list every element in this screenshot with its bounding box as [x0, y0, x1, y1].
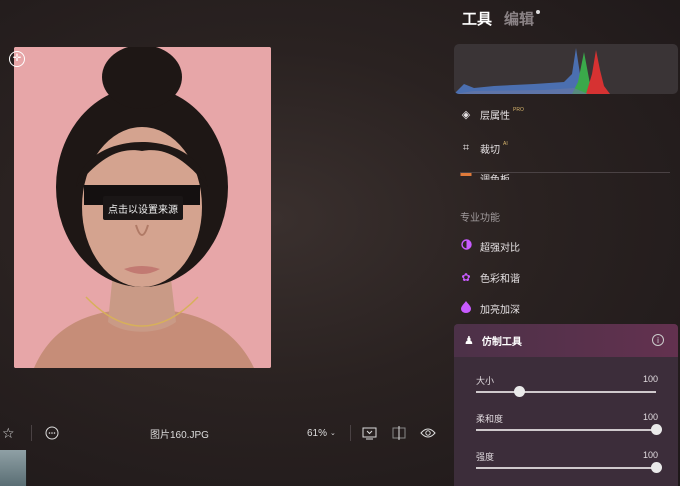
zoom-dropdown[interactable]: 61% ⌄: [307, 420, 336, 446]
tool-label: 裁切: [480, 144, 500, 156]
divider: [31, 425, 32, 441]
eye-icon[interactable]: [420, 420, 436, 446]
color-harmony-icon: ✿: [461, 271, 471, 284]
histogram: [454, 44, 678, 94]
slider-track[interactable]: [476, 429, 656, 431]
slider-knob[interactable]: [651, 424, 662, 435]
divider: [460, 172, 670, 173]
slider-track[interactable]: [476, 467, 656, 469]
move-icon[interactable]: ✛: [9, 51, 25, 67]
crop-icon: ⌗: [462, 141, 470, 154]
tab-tools[interactable]: 工具: [462, 8, 492, 29]
layers-icon: ◈: [461, 108, 471, 121]
slider-softness[interactable]: 柔和度 100: [476, 412, 662, 442]
tools-panel: 工具 编辑 ◈ 层属性 PRO ⌗ 裁切 AI ▬ 调色板 专业功能 超强对比 …: [452, 0, 680, 486]
palette-icon: ▬: [460, 167, 472, 179]
info-icon[interactable]: i: [652, 334, 664, 346]
clone-source-tooltip: 点击以设置来源: [103, 196, 183, 220]
dodge-burn-icon: [460, 300, 472, 316]
ai-badge: AI: [503, 141, 508, 147]
panel-tabs: 工具 编辑: [462, 8, 541, 29]
stamp-icon: ♟: [464, 335, 474, 347]
tool-dodge-burn[interactable]: 加亮加深: [460, 298, 520, 318]
slider-value: 100: [642, 412, 658, 422]
more-options-icon[interactable]: [45, 420, 59, 446]
slider-value: 100: [642, 374, 658, 384]
slider-label: 柔和度: [476, 414, 504, 424]
tool-crop[interactable]: ⌗ 裁切 AI: [460, 138, 508, 158]
pro-badge: PRO: [513, 107, 524, 113]
compare-icon[interactable]: [392, 420, 406, 446]
star-icon[interactable]: ☆: [2, 420, 15, 446]
notification-dot: [536, 10, 541, 14]
contrast-icon: [460, 239, 472, 253]
tool-palette-partial[interactable]: ▬ 调色板: [460, 166, 511, 180]
divider: [350, 425, 351, 441]
bottom-toolbar: ☆ 图片160.JPG 61% ⌄: [0, 420, 452, 446]
slider-label: 大小: [476, 376, 495, 386]
tool-label: 超强对比: [480, 242, 520, 254]
fit-screen-icon[interactable]: [362, 420, 377, 446]
tool-super-contrast[interactable]: 超强对比: [460, 236, 520, 256]
tab-edit-wrap: 编辑: [504, 8, 541, 29]
slider-size[interactable]: 大小 100: [476, 374, 658, 404]
canvas-area[interactable]: ✛ 点击以设置来源 ☆ 图片160.JPG 61% ⌄: [0, 0, 452, 486]
slider-track[interactable]: [476, 391, 656, 393]
clone-tool-panel: ♟ 仿制工具 i 大小 100 柔和度 100 强度 100: [454, 324, 678, 486]
tool-color-harmony[interactable]: ✿ 色彩和谐: [460, 267, 520, 287]
slider-value: 100: [642, 450, 658, 460]
clone-tool-title: 仿制工具: [481, 337, 522, 348]
zoom-level: 61%: [307, 427, 328, 439]
section-title: 专业功能: [460, 213, 500, 224]
slider-label: 强度: [476, 452, 495, 462]
slider-knob[interactable]: [514, 386, 526, 397]
tool-layer-properties[interactable]: ◈ 层属性 PRO: [460, 104, 524, 124]
chevron-down-icon: ⌄: [330, 430, 336, 437]
tab-edit[interactable]: 编辑: [504, 11, 534, 28]
file-name: 图片160.JPG: [150, 429, 209, 441]
slider-strength[interactable]: 强度 100: [476, 450, 662, 480]
slider-knob[interactable]: [651, 462, 662, 473]
filmstrip-thumbnail[interactable]: [0, 450, 27, 486]
tool-label: 色彩和谐: [480, 273, 520, 285]
tool-label: 加亮加深: [480, 304, 520, 316]
clone-tool-header[interactable]: ♟ 仿制工具 i: [454, 324, 678, 357]
tool-label: 层属性: [480, 110, 510, 122]
